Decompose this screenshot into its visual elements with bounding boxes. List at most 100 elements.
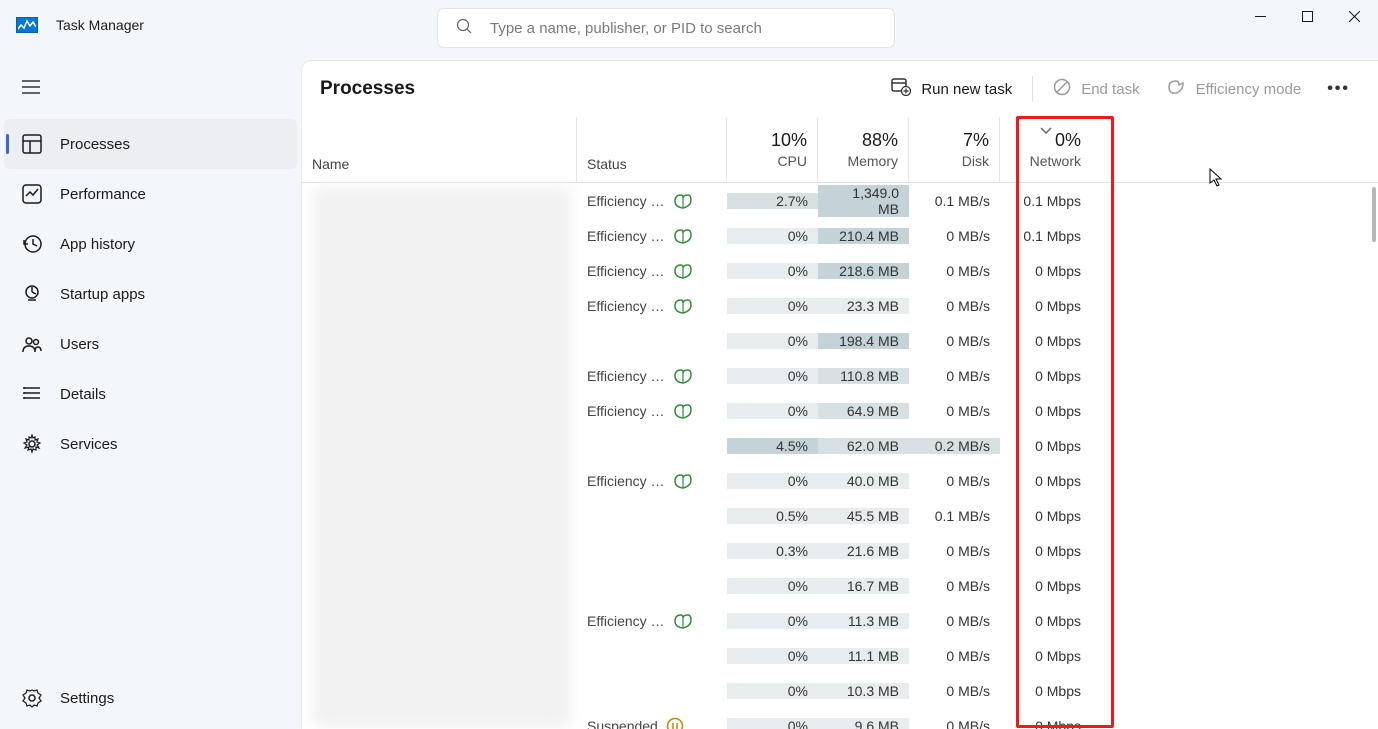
nav-services[interactable]: Services — [0, 419, 301, 469]
column-network[interactable]: 0% Network — [1000, 117, 1091, 182]
cell-cpu: 0% — [727, 473, 818, 489]
app-title: Task Manager — [56, 17, 144, 33]
cell-cpu: 0% — [727, 263, 818, 279]
more-options-button[interactable]: ••• — [1317, 72, 1360, 106]
search-icon — [456, 18, 472, 39]
cell-cpu: 0% — [727, 228, 818, 244]
cell-disk: 0 MB/s — [909, 578, 1000, 594]
cell-status: Efficiency … — [577, 228, 727, 244]
minimize-button[interactable] — [1237, 0, 1284, 32]
leaf-icon — [673, 298, 693, 314]
cell-cpu: 0% — [727, 718, 818, 729]
nav-app-history[interactable]: App history — [0, 219, 301, 269]
nav-users[interactable]: Users — [0, 319, 301, 369]
cell-memory: 64.9 MB — [818, 403, 909, 419]
cell-network: 0 Mbps — [1000, 403, 1091, 419]
search-bar[interactable] — [437, 8, 895, 48]
nav-label: Performance — [60, 186, 146, 203]
status-text: Efficiency … — [587, 613, 665, 629]
performance-icon — [22, 184, 42, 204]
efficiency-icon — [1166, 78, 1186, 100]
nav-details[interactable]: Details — [0, 369, 301, 419]
cell-disk: 0.1 MB/s — [909, 508, 1000, 524]
cell-network: 0 Mbps — [1000, 543, 1091, 559]
services-icon — [22, 434, 42, 454]
cell-disk: 0 MB/s — [909, 718, 1000, 729]
cell-network: 0 Mbps — [1000, 718, 1091, 729]
end-task-label: End task — [1081, 81, 1139, 98]
maximize-button[interactable] — [1284, 0, 1331, 32]
details-icon — [22, 384, 42, 404]
cell-cpu: 0% — [727, 333, 818, 349]
status-text: Efficiency … — [587, 263, 665, 279]
startup-icon — [22, 284, 42, 304]
column-cpu[interactable]: 10% CPU — [727, 117, 818, 182]
leaf-icon — [673, 368, 693, 384]
nav-label: Startup apps — [60, 286, 145, 303]
column-memory[interactable]: 88% Memory — [818, 117, 909, 182]
cell-cpu: 0% — [727, 683, 818, 699]
search-input[interactable] — [490, 20, 876, 37]
cell-disk: 0 MB/s — [909, 228, 1000, 244]
cell-memory: 11.1 MB — [818, 648, 909, 664]
close-button[interactable] — [1331, 0, 1378, 32]
pause-icon — [666, 717, 684, 729]
cell-memory: 45.5 MB — [818, 508, 909, 524]
cell-memory: 110.8 MB — [818, 368, 909, 384]
leaf-icon — [673, 193, 693, 209]
nav-startup-apps[interactable]: Startup apps — [0, 269, 301, 319]
cell-status: Efficiency … — [577, 368, 727, 384]
leaf-icon — [673, 613, 693, 629]
cell-status: Suspended — [577, 717, 727, 729]
run-new-task-button[interactable]: Run new task — [881, 70, 1022, 108]
cell-status: Efficiency … — [577, 263, 727, 279]
cell-disk: 0.2 MB/s — [909, 438, 1000, 454]
cell-network: 0 Mbps — [1000, 648, 1091, 664]
cell-memory: 21.6 MB — [818, 543, 909, 559]
column-status[interactable]: Status — [577, 117, 727, 182]
run-task-label: Run new task — [921, 81, 1012, 98]
cell-memory: 23.3 MB — [818, 298, 909, 314]
nav-settings[interactable]: Settings — [0, 673, 301, 723]
nav-label: Settings — [60, 690, 114, 707]
cell-cpu: 0% — [727, 298, 818, 314]
cell-disk: 0 MB/s — [909, 613, 1000, 629]
column-name[interactable]: Name — [302, 117, 577, 182]
nav-performance[interactable]: Performance — [0, 169, 301, 219]
column-disk[interactable]: 7% Disk — [909, 117, 1000, 182]
cell-network: 0 Mbps — [1000, 508, 1091, 524]
status-text: Efficiency … — [587, 473, 665, 489]
leaf-icon — [673, 228, 693, 244]
end-task-button[interactable]: End task — [1043, 70, 1149, 108]
chevron-down-icon — [1040, 121, 1052, 139]
processes-icon — [22, 134, 42, 154]
cell-network: 0.1 Mbps — [1000, 193, 1091, 209]
cell-disk: 0 MB/s — [909, 473, 1000, 489]
cell-cpu: 0% — [727, 648, 818, 664]
cell-network: 0 Mbps — [1000, 473, 1091, 489]
cell-disk: 0 MB/s — [909, 403, 1000, 419]
cell-cpu: 0% — [727, 368, 818, 384]
cell-disk: 0.1 MB/s — [909, 193, 1000, 209]
status-text: Efficiency … — [587, 228, 665, 244]
run-task-icon — [891, 78, 911, 100]
leaf-icon — [673, 403, 693, 419]
scrollbar-thumb[interactable] — [1372, 187, 1376, 242]
nav-label: Details — [60, 386, 106, 403]
status-text: Efficiency … — [587, 403, 665, 419]
cell-disk: 0 MB/s — [909, 543, 1000, 559]
cell-disk: 0 MB/s — [909, 333, 1000, 349]
cell-memory: 218.6 MB — [818, 263, 909, 279]
nav-processes[interactable]: Processes — [4, 119, 297, 169]
cell-status: Efficiency … — [577, 193, 727, 209]
status-text: Efficiency … — [587, 298, 665, 314]
status-text: Efficiency … — [587, 193, 665, 209]
menu-toggle[interactable] — [0, 70, 301, 119]
toolbar-separator — [1032, 76, 1033, 102]
cell-cpu: 0% — [727, 613, 818, 629]
cell-cpu: 0% — [727, 578, 818, 594]
cell-disk: 0 MB/s — [909, 298, 1000, 314]
cell-memory: 1,349.0 MB — [818, 185, 909, 217]
efficiency-mode-button[interactable]: Efficiency mode — [1156, 70, 1312, 108]
cell-cpu: 4.5% — [727, 438, 818, 454]
